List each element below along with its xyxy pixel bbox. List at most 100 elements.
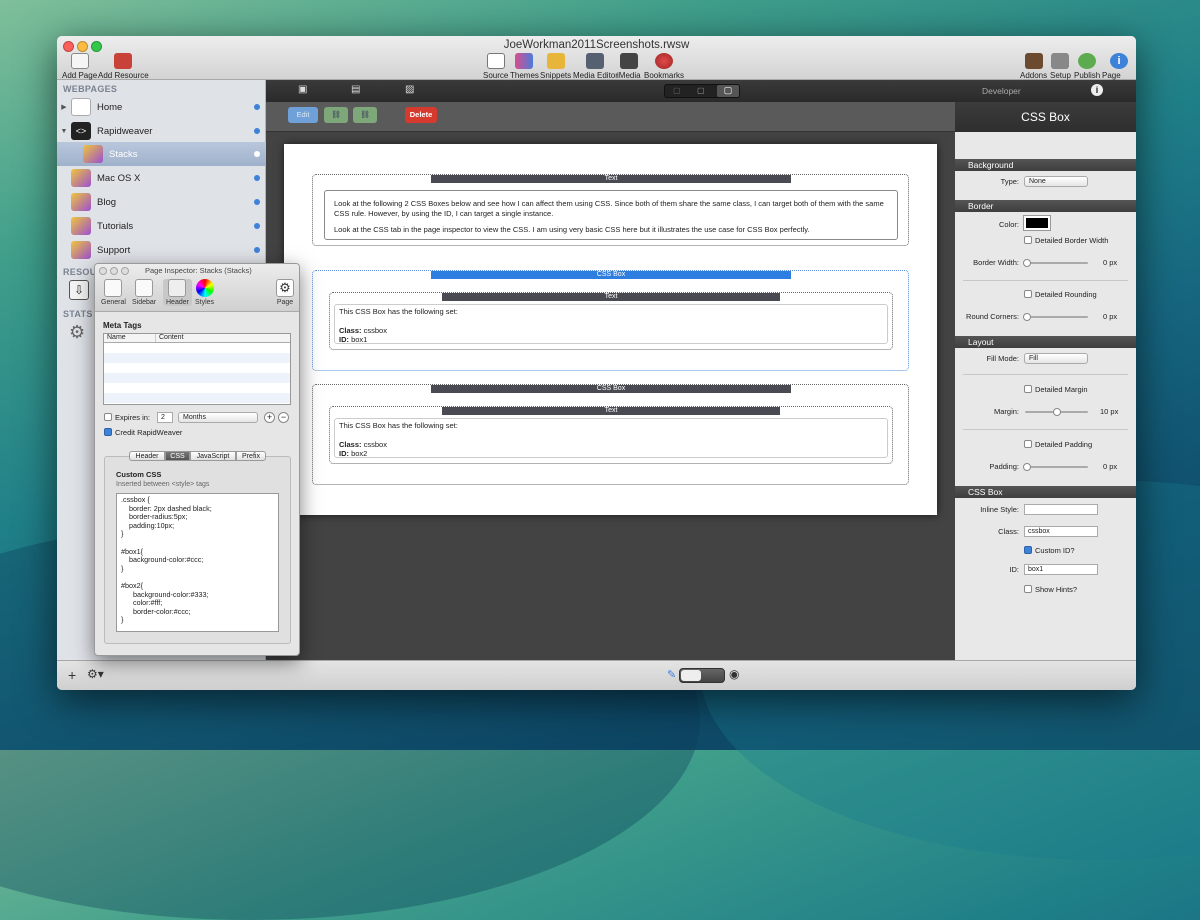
fill-mode-select[interactable]: Fill bbox=[1024, 353, 1088, 364]
download-icon[interactable]: ⇩ bbox=[69, 280, 89, 300]
stack-title-bar[interactable]: Text bbox=[431, 175, 791, 183]
source-button[interactable]: Source bbox=[483, 53, 508, 80]
setup-button[interactable]: Setup bbox=[1050, 53, 1071, 80]
detailed-rounding-checkbox[interactable] bbox=[1024, 290, 1032, 298]
class-field[interactable]: cssbox bbox=[1024, 526, 1098, 537]
tab-sidebar[interactable]: Sidebar bbox=[132, 279, 156, 306]
tab-general[interactable]: General bbox=[101, 279, 126, 306]
image-icon[interactable]: ▨ bbox=[405, 84, 414, 95]
detailed-margin-checkbox[interactable] bbox=[1024, 385, 1032, 393]
subtab-prefix[interactable]: Prefix bbox=[236, 451, 266, 461]
id-field[interactable]: box1 bbox=[1024, 564, 1098, 575]
inline-style-field[interactable] bbox=[1024, 504, 1098, 515]
table-row[interactable] bbox=[104, 393, 290, 403]
stack-title-bar-selected[interactable]: CSS Box bbox=[431, 271, 791, 279]
layout-section[interactable]: Layout bbox=[955, 336, 1136, 348]
detailed-padding-checkbox[interactable] bbox=[1024, 440, 1032, 448]
cube-icon[interactable]: ▣ bbox=[298, 84, 307, 95]
disclosure-triangle-icon[interactable]: ▼ bbox=[57, 128, 71, 135]
table-row[interactable] bbox=[104, 373, 290, 383]
css-box-stack[interactable]: CSS Box Text This CSS Box has the follow… bbox=[312, 384, 909, 485]
imedia-button[interactable]: iMedia bbox=[617, 53, 641, 80]
subtab-javascript[interactable]: JavaScript bbox=[190, 451, 236, 461]
text-stack[interactable]: Text Look at the following 2 CSS Boxes b… bbox=[312, 174, 909, 246]
slider-knob[interactable] bbox=[1023, 463, 1031, 471]
slider-knob[interactable] bbox=[1052, 408, 1061, 416]
add-icon[interactable]: + bbox=[68, 667, 76, 683]
padding-slider[interactable] bbox=[1023, 463, 1088, 471]
addons-button[interactable]: Addons bbox=[1020, 53, 1047, 80]
stack-title-bar[interactable]: Text bbox=[442, 407, 780, 415]
table-row[interactable] bbox=[104, 363, 290, 373]
intro-text-box[interactable]: Look at the following 2 CSS Boxes below … bbox=[324, 190, 898, 240]
margin-slider[interactable] bbox=[1025, 408, 1088, 416]
sidebar-item-tutorials[interactable]: Tutorials bbox=[57, 214, 266, 238]
custom-id-checkbox[interactable] bbox=[1024, 546, 1032, 554]
view-mode-icon-selected[interactable]: ▢ bbox=[717, 85, 739, 97]
text-box[interactable]: This CSS Box has the following set: Clas… bbox=[334, 418, 888, 458]
meta-tags-table[interactable]: Name Content bbox=[103, 333, 291, 405]
add-page-button[interactable]: Add Page bbox=[62, 53, 97, 80]
toggle-knob[interactable] bbox=[681, 670, 701, 681]
view-mode-icon[interactable]: ▢ bbox=[673, 86, 681, 95]
text-box[interactable]: This CSS Box has the following set: Clas… bbox=[334, 304, 888, 344]
view-mode-control[interactable]: ▢ ▢ ▢ bbox=[664, 84, 740, 98]
sidebar-item-mac-os-x[interactable]: Mac OS X bbox=[57, 166, 266, 190]
zoom-button[interactable] bbox=[121, 267, 129, 275]
border-color-well[interactable] bbox=[1023, 215, 1051, 231]
media-editor-button[interactable]: Media Editor bbox=[573, 53, 618, 80]
snippets-button[interactable]: Snippets bbox=[540, 53, 571, 80]
text-stack[interactable]: Text This CSS Box has the following set:… bbox=[329, 292, 893, 350]
view-mode-icon[interactable]: ▢ bbox=[697, 86, 705, 95]
credit-rapidweaver-checkbox[interactable] bbox=[104, 428, 112, 436]
disclosure-triangle-icon[interactable]: ▶ bbox=[57, 103, 71, 111]
bookmarks-button[interactable]: Bookmarks bbox=[644, 53, 684, 80]
css-box-section[interactable]: CSS Box bbox=[955, 486, 1136, 498]
table-row[interactable] bbox=[104, 343, 290, 353]
sidebar-item-rapidweaver[interactable]: ▼ <> Rapidweaver bbox=[57, 119, 266, 143]
minimize-button[interactable] bbox=[110, 267, 118, 275]
type-select[interactable]: None bbox=[1024, 176, 1088, 187]
layout-icon[interactable]: ▤ bbox=[351, 84, 360, 95]
tab-styles[interactable]: Styles bbox=[195, 279, 214, 306]
publish-button[interactable]: Publish bbox=[1074, 53, 1100, 80]
table-row[interactable] bbox=[104, 383, 290, 393]
slider-knob[interactable] bbox=[1023, 259, 1031, 267]
sidebar-item-home[interactable]: ▶ Home bbox=[57, 95, 266, 119]
stack-title-bar[interactable]: Text bbox=[442, 293, 780, 301]
edit-button[interactable]: Edit bbox=[288, 107, 318, 123]
expires-unit-select[interactable]: Months bbox=[178, 412, 258, 423]
text-stack[interactable]: Text This CSS Box has the following set:… bbox=[329, 406, 893, 464]
edit-mode-icon[interactable]: ✎ bbox=[667, 668, 676, 681]
add-meta-button[interactable]: + bbox=[264, 412, 275, 423]
sidebar-item-blog[interactable]: Blog bbox=[57, 190, 266, 214]
gear-menu-icon[interactable]: ⚙▾ bbox=[87, 667, 104, 681]
subtab-header[interactable]: Header bbox=[129, 451, 165, 461]
table-row[interactable] bbox=[104, 353, 290, 363]
tab-header[interactable]: Header bbox=[163, 279, 192, 306]
add-resource-button[interactable]: Add Resource bbox=[98, 53, 149, 80]
stack-title-bar[interactable]: CSS Box bbox=[431, 385, 791, 393]
info-icon[interactable]: i bbox=[1091, 84, 1103, 96]
themes-button[interactable]: Themes bbox=[510, 53, 539, 80]
delete-button[interactable]: Delete bbox=[405, 107, 437, 123]
background-section[interactable]: Background bbox=[955, 159, 1136, 171]
sidebar-item-support[interactable]: Support bbox=[57, 238, 266, 262]
border-section[interactable]: Border bbox=[955, 200, 1136, 212]
css-box-stack[interactable]: CSS Box Text This CSS Box has the follow… bbox=[312, 270, 909, 371]
sidebar-item-stacks[interactable]: Stacks bbox=[57, 142, 266, 166]
round-corners-slider[interactable] bbox=[1023, 313, 1088, 321]
preview-eye-icon[interactable]: ◉ bbox=[729, 667, 739, 681]
close-button[interactable] bbox=[99, 267, 107, 275]
border-width-slider[interactable] bbox=[1023, 259, 1088, 267]
subtab-css[interactable]: CSS bbox=[165, 451, 190, 461]
expires-value-field[interactable]: 2 bbox=[157, 412, 173, 423]
preview-toggle[interactable] bbox=[679, 668, 725, 683]
gear-icon[interactable]: ⚙ bbox=[69, 322, 85, 343]
tab-page[interactable]: ⚙ Page bbox=[276, 279, 294, 306]
detailed-border-width-checkbox[interactable] bbox=[1024, 236, 1032, 244]
custom-css-editor[interactable]: .cssbox { border: 2px dashed black; bord… bbox=[116, 493, 279, 632]
expires-checkbox[interactable] bbox=[104, 413, 112, 421]
remove-meta-button[interactable]: − bbox=[278, 412, 289, 423]
link-button[interactable]: ⛓ bbox=[324, 107, 348, 123]
